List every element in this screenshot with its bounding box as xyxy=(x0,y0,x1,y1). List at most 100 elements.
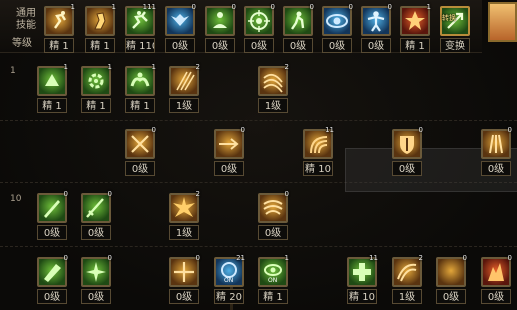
skill-slot[interactable]: 1 精 1 xyxy=(37,63,68,116)
skill-level: 精 1 xyxy=(400,38,430,53)
shield-sword-icon xyxy=(392,129,422,159)
skill-slot[interactable]: 0 0级 xyxy=(169,254,200,307)
skill-slot[interactable]: 1 精 1 xyxy=(85,3,116,56)
skill-level: 精 1 xyxy=(37,98,67,113)
skill-points: 11 xyxy=(369,254,378,262)
skill-slot[interactable]: ON 21 精 20 xyxy=(214,254,245,307)
skill-points: 0 xyxy=(507,254,512,262)
skill-slot[interactable]: 0 0级 xyxy=(205,3,236,56)
common-label-line1: 通用 xyxy=(16,8,36,19)
skill-slot[interactable]: 1 精 1 xyxy=(400,3,431,56)
skill-slot[interactable]: 0 0级 xyxy=(361,3,392,56)
skill-level: 精 20 xyxy=(214,289,244,304)
skill-level: 0级 xyxy=(244,38,274,53)
arrow-dash-icon xyxy=(214,129,244,159)
skill-points: 0 xyxy=(387,3,392,11)
blue-aura-figure-icon xyxy=(361,6,391,36)
row-divider xyxy=(0,120,517,122)
skill-slot[interactable]: 0 0级 xyxy=(214,126,245,179)
skill-points: 0 xyxy=(270,3,275,11)
skill-level: 0级 xyxy=(81,289,111,304)
common-label-line2: 技能 xyxy=(16,20,36,31)
skill-slot[interactable]: 0 0级 xyxy=(37,254,68,307)
skill-points: 2 xyxy=(195,190,200,198)
skill-level: 1级 xyxy=(169,225,199,240)
skill-level: 0级 xyxy=(165,38,195,53)
skill-slot[interactable]: 11 精 10 xyxy=(347,254,378,307)
skill-points: 1 xyxy=(111,3,116,11)
skill-slot[interactable]: 0 0级 xyxy=(322,3,353,56)
skill-slot[interactable]: 111 精 110 xyxy=(125,3,156,56)
skill-level: 1级 xyxy=(258,98,288,113)
skill-points: 0 xyxy=(151,126,156,134)
skill-slot[interactable]: 0 0级 xyxy=(165,3,196,56)
skill-slot[interactable]: 0 0级 xyxy=(37,190,68,243)
skill-points: 0 xyxy=(63,254,68,262)
skill-slot[interactable]: 2 1级 xyxy=(169,63,200,116)
crossed-swords-icon xyxy=(125,129,155,159)
skill-slot[interactable]: 1 精 1 xyxy=(81,63,112,116)
skill-slot[interactable]: 1 精 1 xyxy=(44,3,75,56)
row-divider xyxy=(0,246,517,248)
crescent-icon xyxy=(436,257,466,287)
skill-slot[interactable]: 0 0级 xyxy=(81,190,112,243)
skill-level: 精 1 xyxy=(81,98,111,113)
skill-level: 0级 xyxy=(81,225,111,240)
skill-points: 0 xyxy=(231,3,236,11)
skill-slot[interactable]: 11 精 10 xyxy=(303,126,334,179)
character-avatar[interactable] xyxy=(488,2,517,42)
skill-points: 21 xyxy=(236,254,245,262)
skill-slot[interactable]: 2 1级 xyxy=(258,63,289,116)
skill-slot[interactable]: ON 1 精 1 xyxy=(258,254,289,307)
cross-spark-icon xyxy=(169,257,199,287)
skill-level: 精 1 xyxy=(85,38,115,53)
skill-level: 0级 xyxy=(283,38,313,53)
target-crosshair-icon xyxy=(244,6,274,36)
skill-slot[interactable]: 2 1级 xyxy=(392,254,423,307)
swap-level[interactable]: 变换 xyxy=(440,38,470,53)
skill-points: 0 xyxy=(348,3,353,11)
green-flex-icon xyxy=(125,66,155,96)
skill-points: 2 xyxy=(284,63,289,71)
skill-points: 0 xyxy=(63,190,68,198)
fire-spike-icon xyxy=(481,257,511,287)
skill-level: 0级 xyxy=(392,161,422,176)
skill-slot[interactable]: 0 0级 xyxy=(436,254,467,307)
skill-slot[interactable]: 0 0级 xyxy=(258,190,289,243)
skill-level: 0级 xyxy=(322,38,352,53)
skill-level: 0级 xyxy=(205,38,235,53)
green-sword-icon xyxy=(81,193,111,223)
level-label: 等级 xyxy=(12,38,32,49)
skill-slot[interactable]: 1 精 1 xyxy=(125,63,156,116)
triple-blade-icon xyxy=(481,129,511,159)
skill-level: 0级 xyxy=(258,225,288,240)
row-level-label: 1 xyxy=(10,66,16,76)
skill-slot[interactable]: 0 0级 xyxy=(481,126,512,179)
skill-points: 1 xyxy=(151,63,156,71)
skill-points: 2 xyxy=(418,254,423,262)
skill-points: 1 xyxy=(70,3,75,11)
claw-slash-icon xyxy=(169,66,199,96)
skill-slot[interactable]: 0 0级 xyxy=(481,254,512,307)
green-gear-icon xyxy=(81,66,111,96)
armored-leg-icon xyxy=(85,6,115,36)
skill-slot[interactable]: 0 0级 xyxy=(392,126,423,179)
skill-level: 0级 xyxy=(37,289,67,304)
skill-slot[interactable]: 2 1级 xyxy=(169,190,200,243)
skill-slot[interactable]: 0 0级 xyxy=(283,3,314,56)
skill-slot[interactable]: 0 0级 xyxy=(125,126,156,179)
skill-level: 0级 xyxy=(481,161,511,176)
skill-level: 0级 xyxy=(214,161,244,176)
skill-level: 0级 xyxy=(361,38,391,53)
skill-points: 111 xyxy=(142,3,156,11)
skill-slot[interactable]: 0 0级 xyxy=(244,3,275,56)
green-base-icon xyxy=(37,66,67,96)
skill-points: 0 xyxy=(462,254,467,262)
skill-slot[interactable]: 0 0级 xyxy=(81,254,112,307)
skill-points: 0 xyxy=(107,190,112,198)
swap-skill-slot[interactable]: 转换 变换 xyxy=(440,6,470,56)
skill-level: 精 1 xyxy=(44,38,74,53)
skill-level: 0级 xyxy=(481,289,511,304)
skill-points: 2 xyxy=(195,63,200,71)
skill-points: 0 xyxy=(418,126,423,134)
